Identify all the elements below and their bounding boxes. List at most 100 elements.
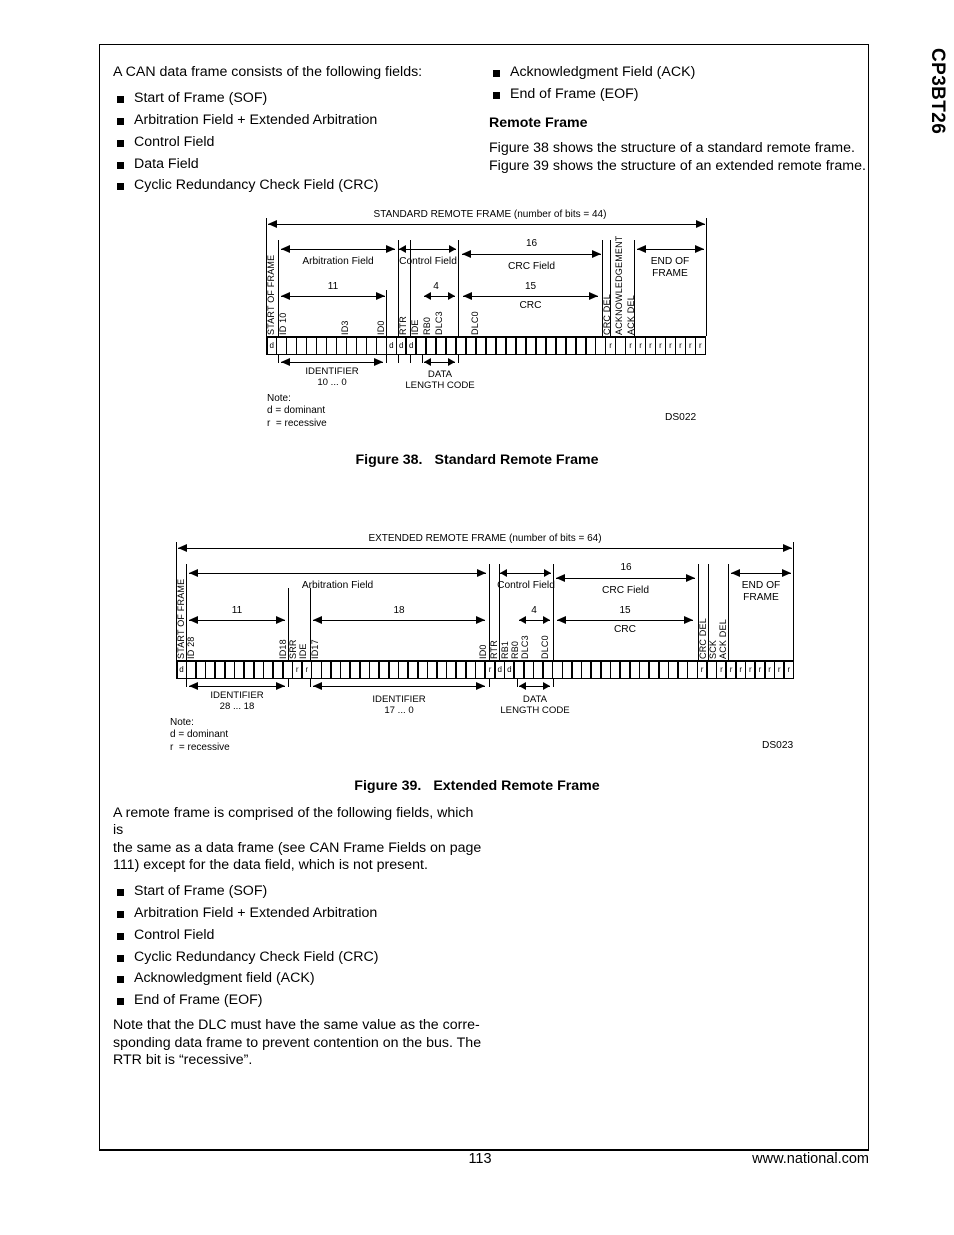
bit-cell bbox=[659, 661, 668, 678]
bit-value: r bbox=[639, 340, 642, 350]
fig39-under-tick-2 bbox=[288, 679, 289, 687]
bit-cell bbox=[582, 661, 591, 678]
bit-cell: r bbox=[765, 661, 774, 678]
fig38-label-ide: IDE bbox=[410, 319, 420, 335]
dlc-note-paragraph: Note that the DLC must have the same val… bbox=[113, 1017, 485, 1069]
fig39-under-tick-3 bbox=[310, 679, 311, 687]
bit-cell bbox=[264, 661, 273, 678]
fig38-ds-code: DS022 bbox=[665, 412, 697, 423]
fig39-label-ack: SCK bbox=[708, 639, 718, 659]
bit-cell: d bbox=[505, 661, 514, 678]
bit-cell bbox=[418, 661, 427, 678]
fig39-crc-field-bits: 16 bbox=[620, 562, 632, 573]
bit-cell bbox=[322, 661, 331, 678]
fig39-label-sof: START OF FRAME bbox=[176, 578, 186, 659]
bit-cell bbox=[206, 661, 215, 678]
fig39-label-id17: ID17 bbox=[310, 639, 320, 659]
page-number: 113 bbox=[468, 1151, 492, 1167]
fig38-label-ack-del: ACK DEL bbox=[626, 295, 636, 335]
fig38-label-rtr: RTR bbox=[398, 316, 408, 335]
figure38-caption-title: Standard Remote Frame bbox=[434, 452, 599, 468]
fig38-eof-label-line2: FRAME bbox=[652, 268, 688, 279]
bit-cell: r bbox=[666, 337, 675, 354]
bit-cell bbox=[337, 337, 346, 354]
list-item: Data Field bbox=[113, 156, 485, 173]
bit-cell bbox=[297, 337, 306, 354]
fig38-control-label: Control Field bbox=[399, 256, 457, 267]
fig38-under-tick-5 bbox=[422, 355, 423, 363]
right-column: Acknowledgment Field (ACK) End of Frame … bbox=[489, 64, 867, 184]
fig38-crc-field-bits: 16 bbox=[525, 238, 538, 249]
bit-cell: r bbox=[784, 661, 793, 678]
bit-value: r bbox=[659, 340, 662, 350]
fig39-label-rtr: RTR bbox=[489, 640, 499, 659]
bit-value: r bbox=[699, 340, 702, 350]
bit-cell bbox=[707, 661, 716, 678]
fig39-total-right-tick bbox=[793, 542, 794, 556]
fig39-label-id28: ID 28 bbox=[186, 636, 196, 659]
fig38-label-id3: ID3 bbox=[340, 320, 350, 335]
data-frame-field-list: Start of Frame (SOF) Arbitration Field +… bbox=[113, 90, 485, 194]
bit-value: r bbox=[768, 664, 771, 674]
desc-line1: A remote frame is comprised of the follo… bbox=[113, 805, 474, 839]
bit-cell bbox=[556, 337, 565, 354]
figure38-caption-number: Figure 38. bbox=[355, 452, 423, 468]
fig39-eof-label-line1: END OF bbox=[741, 580, 781, 591]
bit-cell bbox=[576, 337, 585, 354]
fig38-label-dlc3: DLC3 bbox=[434, 311, 444, 335]
fig39-arbitration-measure bbox=[189, 569, 486, 578]
figure39-reference: Figure 39 shows the structure of an exte… bbox=[489, 157, 866, 174]
bit-cell: d bbox=[407, 337, 416, 354]
bit-cell bbox=[524, 661, 533, 678]
bit-value: r bbox=[720, 664, 723, 674]
bit-value: r bbox=[679, 340, 682, 350]
bit-cell bbox=[357, 337, 366, 354]
figure39-caption: Figure 39. Extended Remote Frame bbox=[0, 778, 954, 794]
fig39-eof-label-line2: FRAME bbox=[743, 592, 779, 603]
fig39-identifier-lo-line1: IDENTIFIER bbox=[372, 694, 426, 705]
fig38-label-id0: ID0 bbox=[376, 320, 386, 335]
bit-cell: d bbox=[387, 337, 396, 354]
bit-value: r bbox=[629, 340, 632, 350]
list-item: End of Frame (EOF) bbox=[489, 86, 867, 103]
list-item: End of Frame (EOF) bbox=[113, 992, 485, 1009]
bit-value: r bbox=[700, 664, 704, 674]
bit-cell bbox=[331, 661, 340, 678]
fig39-bit-row: drrrddrrrrrrrrr bbox=[176, 660, 794, 679]
bit-cell bbox=[379, 661, 388, 678]
bit-cell bbox=[476, 661, 485, 678]
bit-cell: r bbox=[626, 337, 635, 354]
bit-value: r bbox=[305, 664, 309, 674]
bit-cell bbox=[417, 337, 426, 354]
bit-cell bbox=[196, 661, 205, 678]
bit-cell: r bbox=[686, 337, 695, 354]
bit-cell bbox=[408, 661, 417, 678]
fig39-under-tick-5 bbox=[517, 679, 518, 687]
bit-cell bbox=[506, 337, 516, 354]
desc-line3: 111) except for the data field, which is… bbox=[113, 856, 428, 873]
fig38-under-tick-1 bbox=[278, 355, 279, 363]
bit-cell bbox=[351, 661, 360, 678]
fig38-sep-frame-right bbox=[706, 232, 707, 336]
bit-cell bbox=[669, 661, 678, 678]
bit-cell bbox=[553, 661, 562, 678]
fig38-id-right-tick bbox=[386, 290, 387, 336]
bit-cell: r bbox=[696, 337, 705, 354]
fig39-label-rb1: RB1 bbox=[500, 640, 510, 659]
bottom-text-column: A remote frame is comprised of the follo… bbox=[113, 805, 485, 1078]
fig38-total-left-tick bbox=[266, 218, 267, 232]
fig38-crc-label: CRC bbox=[519, 300, 542, 311]
bit-cell bbox=[235, 661, 244, 678]
list-item: Cyclic Redundancy Check Field (CRC) bbox=[113, 949, 485, 966]
bit-cell bbox=[536, 337, 546, 354]
bit-value: d bbox=[389, 340, 394, 350]
fig39-identifier-hi-line2: 28 ... 18 bbox=[219, 701, 255, 712]
fig38-crc-field-label: CRC Field bbox=[508, 261, 555, 272]
intro-paragraph: A CAN data frame consists of the followi… bbox=[113, 64, 423, 80]
fig38-under-tick-4 bbox=[410, 355, 411, 363]
fig39-label-dlc3: DLC3 bbox=[520, 635, 530, 659]
remote-frame-description: A remote frame is comprised of the follo… bbox=[113, 805, 485, 874]
site-url: www.national.com bbox=[752, 1151, 869, 1167]
fig38-eof-label-line1: END OF bbox=[650, 256, 690, 267]
bit-cell bbox=[317, 337, 326, 354]
